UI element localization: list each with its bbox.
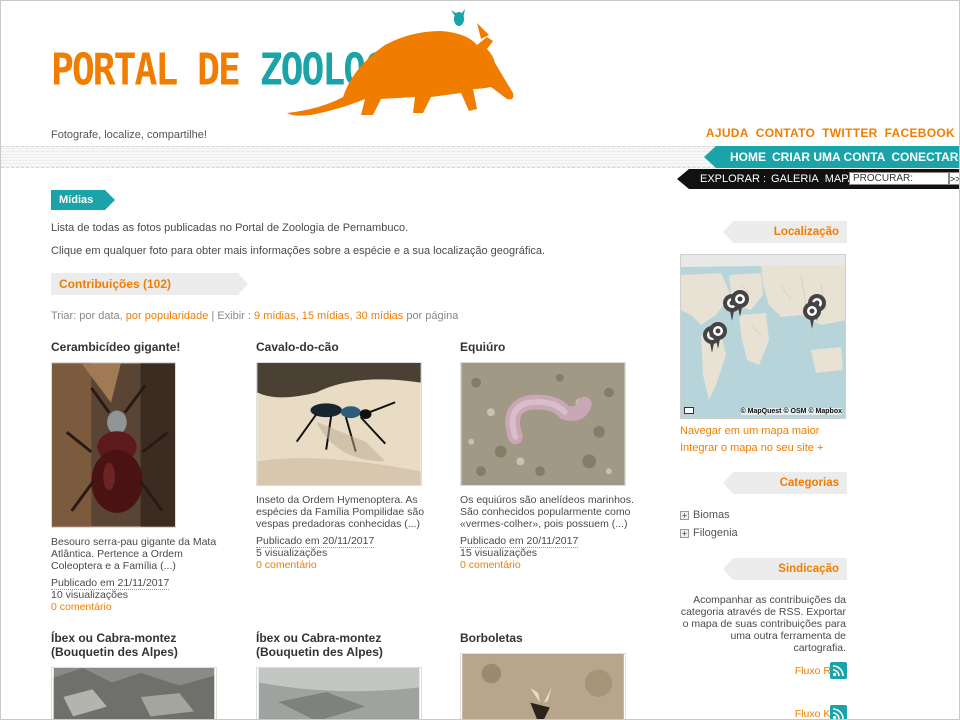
sidebar-categories-title: Categorias bbox=[723, 472, 847, 494]
media-card-comments-link[interactable]: 0 comentário bbox=[256, 559, 431, 571]
media-card: Cerambicídeo gigante! Besouro serra-pau … bbox=[51, 340, 226, 613]
logo-text-portal: PORTAL DE bbox=[51, 44, 260, 96]
media-photo-beetle[interactable] bbox=[51, 362, 176, 528]
nav-connect[interactable]: CONECTAR-SE bbox=[891, 150, 959, 164]
media-card-title[interactable]: Íbex ou Cabra-montez (Bouquetin des Alpe… bbox=[256, 631, 431, 659]
media-card-comments-link[interactable]: 0 comentário bbox=[460, 559, 635, 571]
media-card: Cavalo-do-cão Inseto da Ordem Hymenopter… bbox=[256, 340, 431, 571]
nav-create-account[interactable]: CRIAR UMA CONTA bbox=[772, 150, 885, 164]
media-card-views: 15 visualizações bbox=[460, 547, 538, 559]
intro-text-1: Lista de todas as fotos publicadas no Po… bbox=[51, 222, 409, 234]
explore-label: EXPLORAR : bbox=[700, 173, 767, 185]
media-card-title[interactable]: Íbex ou Cabra-montez (Bouquetin des Alpe… bbox=[51, 631, 226, 659]
media-photo-ibex[interactable] bbox=[256, 667, 422, 720]
sidebar-location-title: Localização bbox=[723, 221, 847, 243]
media-card-views: 5 visualizações bbox=[256, 547, 328, 559]
show-9-link[interactable]: 9 mídias bbox=[254, 310, 296, 322]
sidebar-syndication-title: Sindicação bbox=[723, 558, 847, 580]
category-label[interactable]: Biomas bbox=[693, 509, 730, 521]
expand-plus-icon[interactable]: + bbox=[680, 510, 689, 520]
map-attribution: © MapQuest © OSM © Mapbox bbox=[740, 408, 842, 415]
map-link-larger[interactable]: Navegar em um mapa maior bbox=[680, 425, 819, 437]
media-card-title[interactable]: Borboletas bbox=[460, 631, 635, 645]
search-input[interactable] bbox=[849, 172, 949, 185]
map-marker-icon[interactable] bbox=[707, 321, 729, 349]
media-card: Íbex ou Cabra-montez (Bouquetin des Alpe… bbox=[51, 631, 226, 720]
media-photo-butterflies[interactable] bbox=[460, 653, 626, 720]
sort-separator: | Exibir : bbox=[208, 310, 255, 322]
media-card-title[interactable]: Equiúro bbox=[460, 340, 635, 354]
map-link-embed[interactable]: Integrar o mapa no seu site + bbox=[680, 442, 823, 454]
rss-icon[interactable] bbox=[830, 662, 847, 679]
media-photo-echiura[interactable] bbox=[460, 362, 626, 486]
sort-prefix: Triar: por data, bbox=[51, 310, 126, 322]
location-map[interactable]: © MapQuest © OSM © Mapbox bbox=[680, 254, 846, 419]
nav-home[interactable]: HOME bbox=[730, 150, 766, 164]
kml-feed-icon[interactable] bbox=[830, 705, 847, 719]
section-title-tag: Mídias bbox=[51, 190, 115, 210]
sort-bar: Triar: por data, por popularidade | Exib… bbox=[51, 310, 458, 322]
show-15-link[interactable]: 15 mídias bbox=[302, 310, 350, 322]
sort-suffix: por página bbox=[403, 310, 459, 322]
contributions-tag: Contribuições (102) bbox=[51, 273, 248, 295]
intro-text-2: Clique em qualquer foto para obter mais … bbox=[51, 245, 546, 257]
map-layers-icon[interactable] bbox=[684, 407, 694, 414]
explore-link-gallery[interactable]: GALERIA bbox=[771, 173, 819, 185]
media-card-views: 10 visualizações bbox=[51, 589, 129, 601]
media-card-description: Inseto da Ordem Hymenoptera. As espécies… bbox=[256, 494, 425, 530]
top-links: AJUDA CONTATO TWITTER FACEBOOK bbox=[706, 126, 955, 140]
media-card-title[interactable]: Cerambicídeo gigante! bbox=[51, 340, 226, 354]
category-label[interactable]: Filogenia bbox=[693, 527, 738, 539]
media-card: Borboletas bbox=[460, 631, 635, 720]
armadillo-logo-icon bbox=[287, 9, 514, 116]
page-frame: PORTAL DE ZOOLOGIA Fotografe, localize, … bbox=[0, 0, 960, 720]
media-card-description: Os equiúros são anelídeos marinhos. São … bbox=[460, 494, 634, 530]
media-card-title[interactable]: Cavalo-do-cão bbox=[256, 340, 431, 354]
media-card-description: Besouro serra-pau gigante da Mata Atlânt… bbox=[51, 536, 217, 572]
media-photo-ibex[interactable] bbox=[51, 667, 217, 720]
sort-by-popularity-link[interactable]: por popularidade bbox=[126, 310, 209, 322]
show-30-link[interactable]: 30 mídias bbox=[356, 310, 404, 322]
top-link-contact[interactable]: CONTATO bbox=[756, 126, 815, 140]
expand-plus-icon[interactable]: + bbox=[680, 528, 689, 538]
media-photo-wasp[interactable] bbox=[256, 362, 422, 486]
media-card: Íbex ou Cabra-montez (Bouquetin des Alpe… bbox=[256, 631, 431, 720]
map-marker-icon[interactable] bbox=[729, 289, 751, 317]
syndication-text: Acompanhar as contribuições da categoria… bbox=[680, 594, 846, 654]
search-submit-button[interactable]: >> bbox=[949, 172, 959, 185]
site-slogan: Fotografe, localize, compartilhe! bbox=[51, 129, 207, 141]
category-item[interactable]: + Filogenia bbox=[680, 527, 738, 539]
media-card-comments-link[interactable]: 0 comentário bbox=[51, 601, 226, 613]
top-link-facebook[interactable]: FACEBOOK bbox=[885, 126, 955, 140]
top-link-twitter[interactable]: TWITTER bbox=[822, 126, 877, 140]
map-marker-icon[interactable] bbox=[801, 301, 823, 329]
main-nav: HOME CRIAR UMA CONTA CONECTAR-SE bbox=[704, 146, 959, 168]
top-link-help[interactable]: AJUDA bbox=[706, 126, 749, 140]
category-item[interactable]: + Biomas bbox=[680, 509, 730, 521]
media-card: Equiúro Os equiúros são anelídeos marinh… bbox=[460, 340, 635, 571]
